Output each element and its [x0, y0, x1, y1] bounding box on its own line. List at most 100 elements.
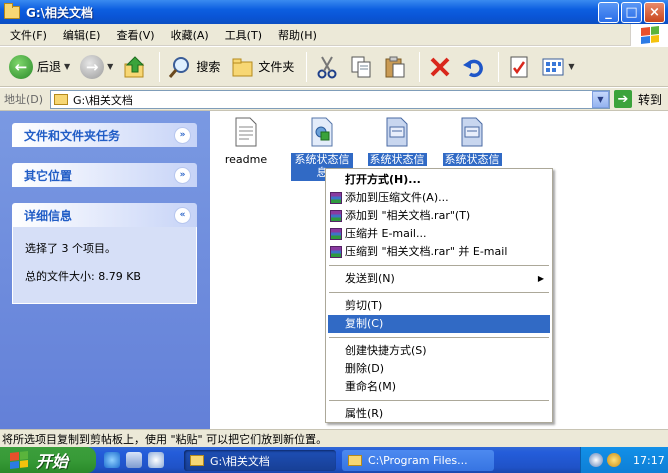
menu-item-copy[interactable]: 复制(C) [328, 315, 550, 333]
toolbar-separator [498, 51, 500, 82]
copy-icon [351, 56, 371, 77]
cut-button[interactable] [312, 50, 342, 84]
menu-item-properties[interactable]: 属性(R) [328, 405, 550, 423]
menu-item-compress-rar-email[interactable]: 压缩到 "相关文档.rar" 并 E-mail [328, 243, 550, 261]
properties-button[interactable] [504, 50, 534, 84]
toolbar-separator [419, 51, 421, 82]
media-player-icon[interactable] [148, 452, 164, 468]
security-icon[interactable] [607, 453, 621, 467]
paste-button[interactable] [380, 50, 410, 84]
menu-item-send-to[interactable]: 发送到(N) ▶ [328, 270, 550, 288]
up-folder-icon [124, 55, 145, 77]
menu-file[interactable]: 文件(F) [2, 27, 55, 43]
file-name: 系统状态信 [442, 153, 502, 166]
forward-button[interactable]: → ▼ [77, 50, 116, 84]
up-folder-button[interactable] [120, 50, 150, 84]
copy-button[interactable] [346, 50, 376, 84]
winrar-icon [330, 210, 342, 222]
context-menu: 打开方式(H)... 添加到压缩文件(A)... 添加到 "相关文档.rar"(… [325, 168, 553, 423]
menu-favorites[interactable]: 收藏(A) [163, 27, 217, 43]
window-title: G:\相关文档 [26, 5, 94, 20]
folder-icon [348, 455, 362, 466]
menu-item-compress-email[interactable]: 压缩并 E-mail... [328, 225, 550, 243]
menu-tools[interactable]: 工具(T) [217, 27, 270, 43]
winrar-icon [330, 192, 342, 204]
folders-button[interactable]: 文件夹 [227, 50, 297, 84]
address-value: G:\相关文档 [73, 93, 133, 107]
internet-explorer-icon[interactable] [104, 452, 120, 468]
taskbar-item-explorer[interactable]: G:\相关文档 [184, 450, 336, 471]
address-input[interactable]: G:\相关文档 [50, 90, 610, 109]
toolbar: ← 后退 ▼ → ▼ 搜索 文件夹 ▼ [0, 47, 668, 87]
show-desktop-icon[interactable] [126, 452, 142, 468]
chevron-down-icon: ▼ [597, 95, 604, 104]
menu-item-label: 打开方式(H)... [345, 173, 421, 186]
menu-view[interactable]: 查看(V) [108, 27, 162, 43]
menu-item-label: 添加到 "相关文档.rar"(T) [345, 209, 471, 222]
menu-item-cut[interactable]: 剪切(T) [328, 297, 550, 315]
details-selected-count: 选择了 3 个项目。 [25, 242, 116, 255]
status-bar: 将所选项目复制到剪帖板上，使用 "粘贴" 可以把它们放到新位置。 [0, 429, 668, 447]
title-bar[interactable]: G:\相关文档 _ □ × [0, 0, 668, 24]
network-icon[interactable] [589, 453, 603, 467]
taskbar-item-program-files[interactable]: C:\Program Files... [342, 450, 494, 471]
delete-button[interactable] [425, 50, 455, 84]
minimize-button[interactable]: _ [598, 2, 619, 23]
file-item[interactable]: readme [214, 117, 278, 166]
menu-item-label: 发送到(N) [345, 272, 395, 285]
toolbar-separator [159, 51, 161, 82]
views-button[interactable]: ▼ [538, 50, 577, 84]
system-tray: 17:17 [580, 447, 668, 473]
menu-item-delete[interactable]: 删除(D) [328, 360, 550, 378]
panel-header[interactable]: 其它位置 » [12, 163, 197, 187]
menu-item-label: 剪切(T) [345, 299, 383, 312]
scissors-icon [317, 56, 337, 78]
folders-icon [232, 58, 253, 76]
menu-separator [329, 337, 549, 338]
go-arrow-icon: ➔ [614, 90, 632, 108]
back-label: 后退 [37, 60, 62, 74]
undo-icon [463, 59, 484, 77]
task-pane: 文件和文件夹任务 » 其它位置 » 详细信息 « 选择了 3 个项目。 总的文件… [0, 111, 210, 429]
windows-logo [630, 24, 668, 46]
panel-header[interactable]: 文件和文件夹任务 » [12, 123, 197, 147]
menu-item-create-shortcut[interactable]: 创建快捷方式(S) [328, 342, 550, 360]
winrar-icon [330, 228, 342, 240]
chevron-down-icon[interactable]: » [174, 126, 191, 144]
menu-item-label: 删除(D) [345, 362, 385, 375]
menu-help[interactable]: 帮助(H) [270, 27, 325, 43]
menu-item-label: 压缩到 "相关文档.rar" 并 E-mail [345, 245, 508, 258]
clock[interactable]: 17:17 [633, 454, 665, 467]
chevron-down-icon[interactable]: » [174, 166, 191, 184]
menu-item-add-to-archive[interactable]: 添加到压缩文件(A)... [328, 189, 550, 207]
text-file-icon [235, 117, 257, 147]
start-button[interactable]: 开始 [0, 447, 96, 473]
folder-icon [4, 2, 20, 19]
back-button[interactable]: ← 后退 ▼ [6, 50, 73, 84]
properties-icon [510, 56, 528, 77]
maximize-button[interactable]: □ [621, 2, 642, 23]
file-item-selected[interactable]: 系统状态信 [440, 117, 504, 166]
menu-item-rename[interactable]: 重命名(M) [328, 378, 550, 396]
panel-header[interactable]: 详细信息 « [12, 203, 197, 227]
search-button[interactable]: 搜索 [165, 50, 223, 84]
undo-button[interactable] [459, 50, 489, 84]
address-bar: 地址(D) G:\相关文档 ▼ ➔ 转到 [0, 88, 668, 111]
chevron-up-icon[interactable]: « [174, 206, 191, 224]
go-button[interactable]: ➔ 转到 [614, 90, 662, 108]
menu-edit[interactable]: 编辑(E) [55, 27, 109, 43]
back-arrow-icon: ← [9, 54, 33, 79]
address-dropdown-button[interactable]: ▼ [592, 91, 609, 108]
menu-item-open-with[interactable]: 打开方式(H)... [328, 171, 550, 189]
views-icon [542, 58, 564, 75]
taskbar: 开始 G:\相关文档 C:\Program Files... 17:17 [0, 447, 668, 473]
file-item-selected[interactable]: 系统状态信 [365, 117, 429, 166]
delete-x-icon [430, 57, 450, 76]
close-button[interactable]: × [644, 2, 665, 23]
panel-body: 选择了 3 个项目。 总的文件大小: 8.79 KB [12, 227, 197, 304]
panel-title: 详细信息 [24, 208, 73, 223]
menu-item-label: 复制(C) [345, 317, 384, 330]
explorer-window: G:\相关文档 _ □ × 文件(F) 编辑(E) 查看(V) 收藏(A) 工具… [0, 0, 668, 473]
menu-bar: 文件(F) 编辑(E) 查看(V) 收藏(A) 工具(T) 帮助(H) [0, 24, 668, 46]
menu-item-add-to-rar[interactable]: 添加到 "相关文档.rar"(T) [328, 207, 550, 225]
